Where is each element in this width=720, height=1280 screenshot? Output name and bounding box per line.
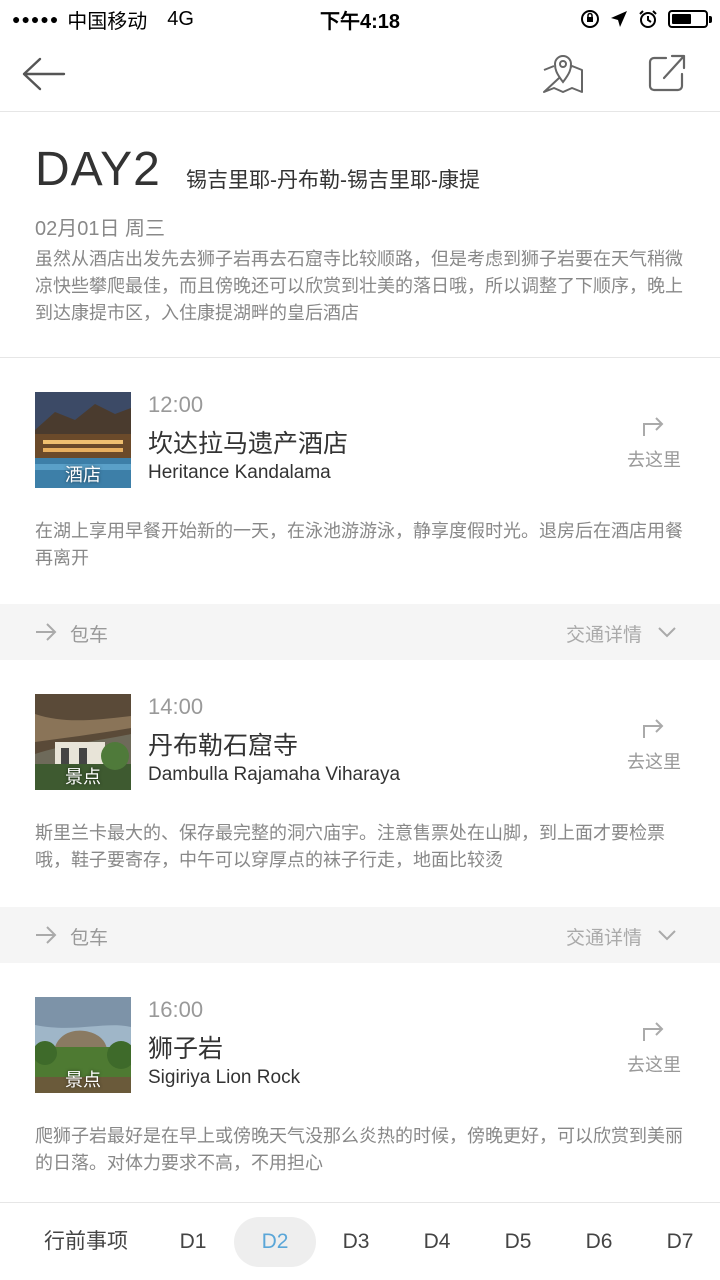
orientation-lock-icon — [581, 10, 599, 28]
go-here-button[interactable]: 去这里 — [616, 1013, 692, 1077]
tab-d2[interactable]: D2 — [234, 1217, 316, 1267]
turn-arrow-icon — [643, 1022, 664, 1041]
stop-card[interactable]: 景点 16:00 狮子岩 Sigiriya Lion Rock 去这里 爬狮子岩… — [0, 963, 720, 1202]
right-arrow-icon — [36, 623, 57, 641]
tab-d6[interactable]: D6 — [563, 1217, 635, 1267]
stop-tag: 景点 — [65, 767, 101, 787]
day-title: DAY2 — [35, 143, 161, 196]
stop-time: 12:00 — [148, 392, 204, 417]
right-arrow-icon — [36, 926, 57, 944]
tab-d4[interactable]: D4 — [401, 1217, 473, 1267]
stop-name-en: Sigiriya Lion Rock — [148, 1067, 301, 1088]
alarm-icon — [639, 10, 657, 28]
stop-description: 在湖上享用早餐开始新的一天，在泳池游游泳，静享度假时光。退房后在酒店用餐再离开 — [35, 521, 683, 568]
stop-name-en: Dambulla Rajamaha Viharaya — [148, 764, 401, 785]
turn-arrow-icon — [643, 417, 664, 436]
network-type: 4G — [167, 7, 194, 30]
transport-bar[interactable]: 包车 交通详情 — [0, 604, 720, 660]
tab-d5[interactable]: D5 — [482, 1217, 554, 1267]
stop-name: 坎达拉马遗产酒店 — [148, 430, 349, 458]
go-here-label: 去这里 — [627, 450, 681, 470]
status-right — [580, 9, 712, 29]
tab-d1[interactable]: D1 — [157, 1217, 229, 1267]
stop-tag: 酒店 — [65, 465, 101, 485]
stop-card[interactable]: 景点 14:00 丹布勒石窟寺 Dambulla Rajamaha Vihara… — [0, 660, 720, 908]
stop-thumbnail: 景点 — [35, 694, 131, 790]
chevron-down-icon — [658, 627, 676, 638]
transport-mode: 包车 — [70, 928, 109, 949]
tab-pretrip[interactable]: 行前事项 — [30, 1217, 142, 1267]
stop-name-en: Heritance Kandalama — [148, 462, 331, 483]
stop-card[interactable]: 酒店 12:00 坎达拉马遗产酒店 Heritance Kandalama 去这… — [0, 358, 720, 604]
map-pin-icon[interactable] — [540, 50, 586, 96]
day-header: DAY2 锡吉里耶-丹布勒-锡吉里耶-康提 02月01日 周三 虽然从酒店出发先… — [0, 112, 720, 358]
stop-time: 14:00 — [148, 694, 204, 719]
status-left: ●●●●● 中国移动 4G — [12, 5, 194, 34]
transport-mode: 包车 — [70, 625, 109, 646]
stop-description: 斯里兰卡最大的、保存最完整的洞穴庙宇。注意售票处在山脚，到上面才要检票哦，鞋子要… — [35, 823, 665, 870]
signal-strength-icon: ●●●●● — [12, 11, 60, 27]
day-tab-bar: 行前事项 D1 D2 D3 D4 D5 D6 D7 — [0, 1202, 720, 1280]
stop-name: 丹布勒石窟寺 — [148, 732, 299, 760]
battery-fill — [672, 14, 692, 24]
battery-icon — [668, 10, 712, 28]
stop-thumbnail: 酒店 — [35, 392, 131, 488]
transport-detail-link[interactable]: 交通详情 — [566, 923, 642, 950]
day-route: 锡吉里耶-丹布勒-锡吉里耶-康提 — [186, 169, 480, 192]
go-here-button[interactable]: 去这里 — [616, 408, 692, 472]
turn-arrow-icon — [643, 719, 664, 738]
chevron-down-icon — [658, 930, 676, 941]
location-arrow-icon — [611, 11, 627, 27]
tab-d3[interactable]: D3 — [320, 1217, 392, 1267]
back-arrow-icon[interactable] — [22, 54, 66, 94]
status-bar: ●●●●● 中国移动 4G 下午4:18 — [0, 0, 720, 38]
stop-name: 狮子岩 — [148, 1035, 224, 1063]
tab-d7[interactable]: D7 — [644, 1217, 716, 1267]
go-here-label: 去这里 — [627, 1055, 681, 1075]
go-here-label: 去这里 — [627, 752, 681, 772]
transport-bar[interactable]: 包车 交通详情 — [0, 907, 720, 963]
carrier-name: 中国移动 — [67, 10, 148, 33]
stop-tag: 景点 — [65, 1070, 101, 1090]
day-description: 虽然从酒店出发先去狮子岩再去石窟寺比较顺路，但是考虑到狮子岩要在天气稍微凉快些攀… — [35, 249, 683, 323]
stop-description: 爬狮子岩最好是在早上或傍晚天气没那么炎热的时候，傍晚更好，可以欣赏到美丽的日落。… — [35, 1126, 683, 1173]
day-date: 02月01日 周三 — [35, 218, 166, 240]
stop-thumbnail: 景点 — [35, 997, 131, 1093]
nav-bar — [0, 38, 720, 112]
transport-detail-link[interactable]: 交通详情 — [566, 620, 642, 647]
stop-time: 16:00 — [148, 997, 204, 1022]
go-here-button[interactable]: 去这里 — [616, 710, 692, 774]
share-icon[interactable] — [644, 50, 690, 96]
